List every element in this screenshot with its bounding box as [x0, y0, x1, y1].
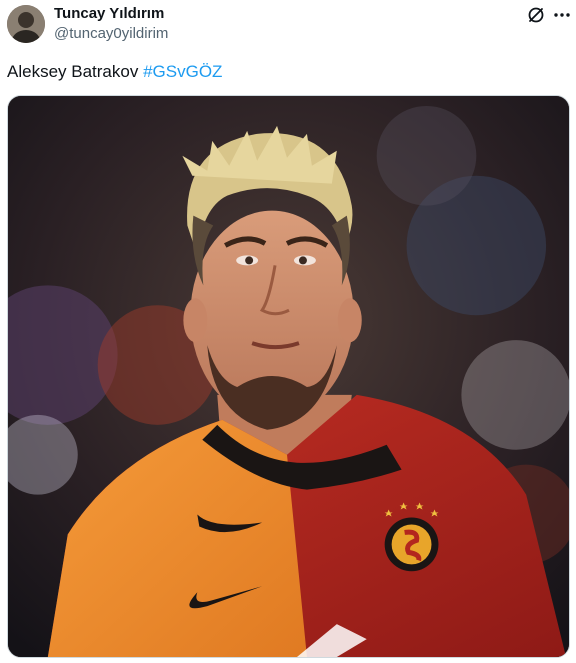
more-dots-icon[interactable] [552, 5, 572, 25]
hashtag-link[interactable]: #GSvGÖZ [143, 62, 222, 81]
tweet-card: Tuncay Yıldırım @tuncay0yildirim Aleksey… [0, 0, 576, 663]
grok-slash-icon[interactable] [526, 5, 546, 25]
author-handle[interactable]: @tuncay0yildirim [54, 25, 168, 43]
author-display-name[interactable]: Tuncay Yıldırım [54, 5, 164, 23]
tweet-body: Aleksey Batrakov [7, 62, 139, 81]
tweet-photo[interactable] [7, 95, 570, 658]
avatar[interactable] [7, 5, 45, 43]
tweet-text: Aleksey Batrakov #GSvGÖZ [7, 61, 222, 83]
